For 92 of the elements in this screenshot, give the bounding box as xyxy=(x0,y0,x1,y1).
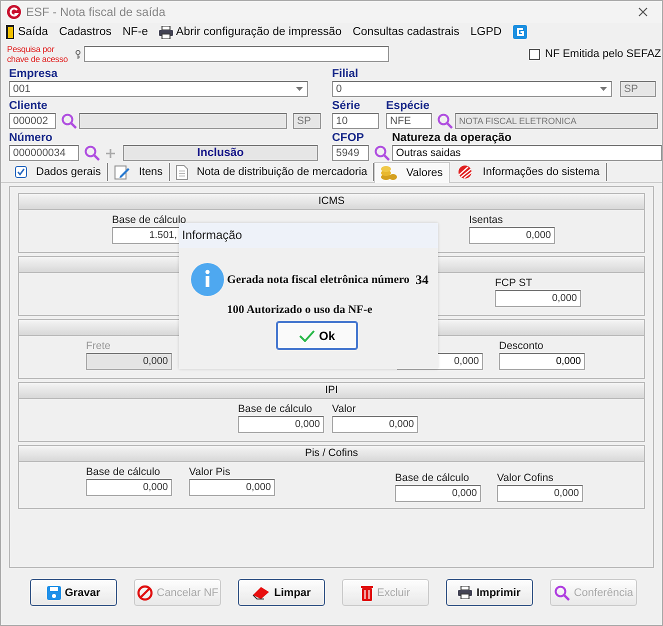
search-field[interactable] xyxy=(84,46,389,62)
state-field: SP xyxy=(620,81,656,97)
caret-icon xyxy=(296,87,303,91)
series-field[interactable]: 10 xyxy=(332,113,379,129)
customer-code-field[interactable]: 000002 xyxy=(9,113,56,129)
field-label: Desconto xyxy=(499,340,544,353)
field-label: Base de cálculo xyxy=(238,403,314,416)
menu-item[interactable]: NF-e xyxy=(122,26,148,38)
prohibited-icon xyxy=(136,584,153,600)
value-field: 0,000 xyxy=(86,353,172,370)
ok-button[interactable]: Ok xyxy=(276,321,358,350)
field-label: Isentas xyxy=(469,214,504,227)
field-label: Espécie xyxy=(386,99,430,113)
field-label: Valor Cofins xyxy=(497,472,554,485)
status-field: Inclusão xyxy=(123,145,318,161)
checkbox-icon xyxy=(15,166,27,178)
search-icon xyxy=(554,584,570,600)
number-field[interactable]: 000000034 xyxy=(9,145,79,161)
field-label: Número xyxy=(9,131,54,145)
printer-icon xyxy=(159,26,174,38)
menu-item[interactable]: Abrir configuração de impressão xyxy=(159,26,342,38)
species-code-field[interactable]: NFE xyxy=(386,113,432,129)
search-icon xyxy=(61,113,77,129)
tab[interactable]: Valores xyxy=(374,162,450,182)
search-icon xyxy=(84,145,100,161)
caret-icon xyxy=(600,87,607,91)
menu-item[interactable]: Saída xyxy=(5,25,48,39)
field-label: CFOP xyxy=(332,131,365,145)
value-field[interactable]: 0,000 xyxy=(332,416,418,433)
field-label: Filial xyxy=(332,67,360,81)
eraser-icon xyxy=(252,586,270,600)
field-label: Série xyxy=(332,99,362,113)
menu-item[interactable]: Cadastros xyxy=(59,26,112,38)
value-field[interactable]: 0,000 xyxy=(238,416,324,433)
app-logo-icon xyxy=(7,5,21,19)
info-icon xyxy=(191,263,224,296)
message-text: Gerada nota fiscal eletrônica número xyxy=(227,274,410,286)
field-label: Frete xyxy=(86,340,112,353)
value-field[interactable]: 0,000 xyxy=(499,353,585,370)
checkbox-label: NF Emitida pelo SEFAZ xyxy=(545,48,662,60)
checkbox[interactable] xyxy=(529,48,540,60)
value-field[interactable]: 0,000 xyxy=(86,479,172,496)
operation-field[interactable]: Outras saidas xyxy=(392,145,662,161)
key-icon xyxy=(75,50,81,58)
field-label: Cliente xyxy=(9,99,48,113)
value-field[interactable]: 0,000 xyxy=(495,290,581,307)
plus-icon xyxy=(106,148,115,158)
window-title: ESF - Nota fiscal de saída xyxy=(26,5,166,19)
value-field[interactable]: 0,000 xyxy=(395,485,481,502)
field-label: Base de cálculo xyxy=(395,472,470,485)
action-button[interactable]: Limpar xyxy=(238,579,325,606)
field-label: Natureza da operação xyxy=(392,131,513,145)
cfop-field[interactable]: 5949 xyxy=(332,145,369,161)
species-name-field: NOTA FISCAL ELETRONICA xyxy=(455,113,658,129)
message-text: 100 Autorizado o uso da NF-e xyxy=(227,304,372,316)
value-field[interactable]: 0,000 xyxy=(469,227,555,244)
tab[interactable]: Nota de distribuição de mercadoria xyxy=(170,163,374,181)
stripes-icon xyxy=(456,165,474,179)
document-icon xyxy=(176,164,188,180)
pencil-icon xyxy=(114,164,130,180)
tab[interactable]: Dados gerais xyxy=(9,163,108,181)
menu-item[interactable]: Consultas cadastrais xyxy=(352,26,460,38)
coins-icon xyxy=(381,164,398,180)
tab[interactable]: Itens xyxy=(108,163,170,181)
number-text: 34 xyxy=(415,272,428,288)
trash-icon xyxy=(360,584,373,600)
value-field[interactable]: 0,000 xyxy=(497,485,583,502)
dropdown[interactable]: 0 xyxy=(332,81,612,97)
search-icon xyxy=(374,145,390,161)
value-field[interactable]: 0,000 xyxy=(189,479,275,496)
search-icon xyxy=(437,113,453,129)
menu-item[interactable]: LGPD xyxy=(470,26,502,38)
field-label: Valor xyxy=(332,403,357,416)
search-label: Pesquisa por chave de acesso xyxy=(7,44,69,64)
field-label: Empresa xyxy=(9,67,59,81)
section-header: IPI xyxy=(19,383,644,399)
action-button[interactable]: Imprimir xyxy=(446,579,533,606)
action-button[interactable]: Gravar xyxy=(30,579,117,606)
printer-icon xyxy=(458,586,472,599)
field-label: Valor Pis xyxy=(189,466,232,479)
state-field: SP xyxy=(293,113,321,129)
tab[interactable]: Informações do sistema xyxy=(450,163,607,181)
door-icon xyxy=(5,25,15,39)
dialog-title: Informação xyxy=(179,223,438,248)
check-icon xyxy=(298,330,315,342)
dropdown[interactable]: 001 xyxy=(9,81,308,97)
section-header: Pis / Cofins xyxy=(19,446,644,462)
logo-icon[interactable] xyxy=(512,25,527,39)
field-label: FCP ST xyxy=(495,277,534,290)
section-header: ICMS xyxy=(19,194,644,210)
close-icon[interactable] xyxy=(638,7,648,17)
field-label: Base de cálculo xyxy=(86,466,162,479)
